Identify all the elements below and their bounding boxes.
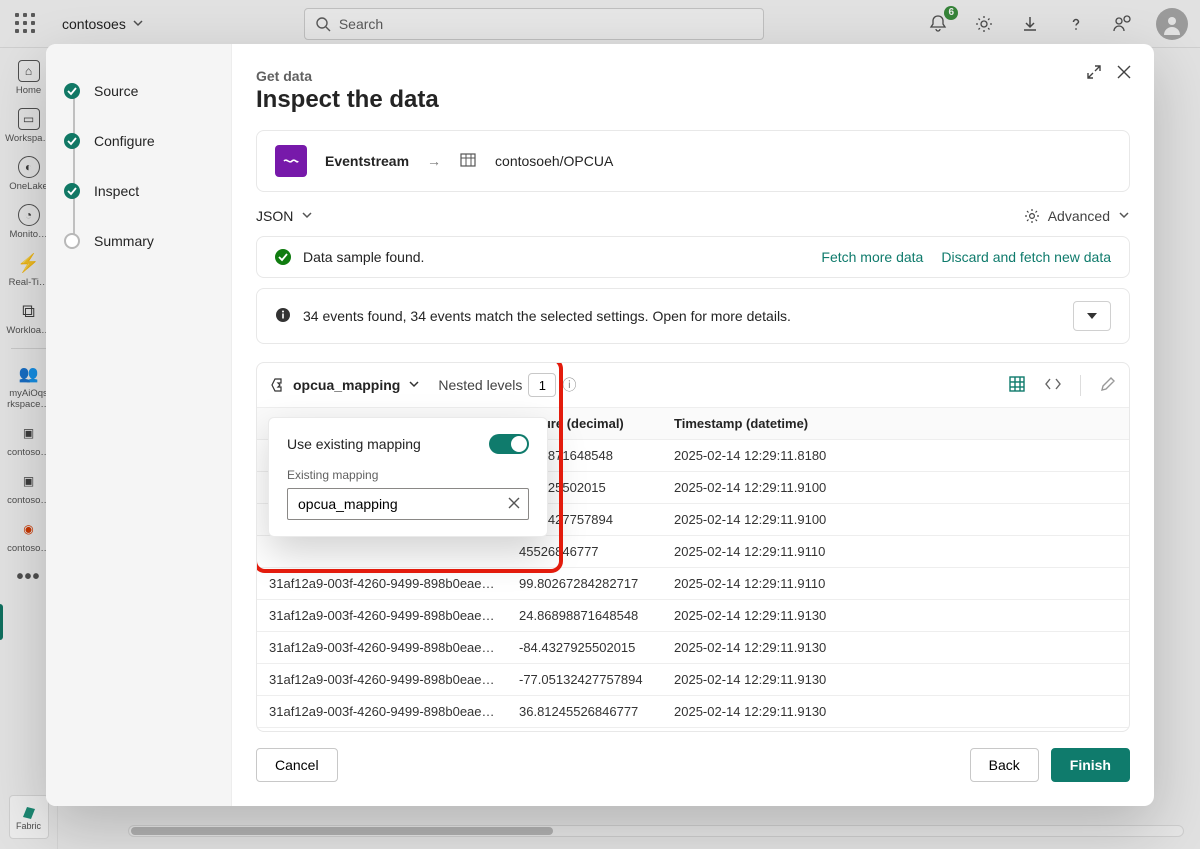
discard-link[interactable]: Discard and fetch new data bbox=[941, 249, 1111, 265]
wizard-steps: Source Configure Inspect Summary bbox=[46, 44, 232, 806]
table-row[interactable]: 31af12a9-003f-4260-9499-898b0eaeef8d24.8… bbox=[257, 600, 1129, 632]
page-title: Inspect the data bbox=[256, 86, 1130, 114]
clear-button[interactable] bbox=[508, 496, 520, 512]
edit-columns-button[interactable] bbox=[1099, 375, 1117, 396]
code-view-button[interactable] bbox=[1044, 375, 1062, 396]
target-path: contosoeh/OPCUA bbox=[495, 153, 613, 169]
mapping-icon bbox=[269, 377, 285, 393]
existing-mapping-label: Existing mapping bbox=[287, 468, 529, 482]
existing-mapping-combobox[interactable] bbox=[287, 488, 529, 520]
close-button[interactable] bbox=[1116, 64, 1132, 83]
use-existing-toggle[interactable] bbox=[489, 434, 529, 454]
close-icon bbox=[1116, 64, 1132, 80]
step-configure[interactable]: Configure bbox=[64, 116, 213, 166]
gear-icon bbox=[1024, 208, 1040, 224]
use-existing-label: Use existing mapping bbox=[287, 436, 421, 452]
table-row[interactable]: 31af12a9-003f-4260-9499-898b0eaeef8d99.8… bbox=[257, 728, 1129, 731]
step-source[interactable]: Source bbox=[64, 66, 213, 116]
expand-icon bbox=[1086, 64, 1102, 80]
format-dropdown[interactable]: JSON bbox=[256, 208, 313, 224]
chevron-down-icon bbox=[301, 208, 313, 224]
cancel-button[interactable]: Cancel bbox=[256, 748, 338, 782]
step-inspect[interactable]: Inspect bbox=[64, 166, 213, 216]
step-summary[interactable]: Summary bbox=[64, 216, 213, 266]
close-icon bbox=[508, 497, 520, 509]
table-row[interactable]: 31af12a9-003f-4260-9499-898b0eaeef8d-84.… bbox=[257, 632, 1129, 664]
code-icon bbox=[1044, 375, 1062, 393]
chevron-down-icon bbox=[1118, 208, 1130, 224]
data-preview-grid: opcua_mapping Nested levels ⓘ bbox=[256, 362, 1130, 732]
nested-levels-control: Nested levels ⓘ bbox=[438, 373, 576, 397]
grid-toolbar: opcua_mapping Nested levels ⓘ bbox=[257, 363, 1129, 408]
table-row[interactable]: 31af12a9-003f-4260-9499-898b0eaeef8d36.8… bbox=[257, 696, 1129, 728]
sample-status-card: Data sample found. Fetch more data Disca… bbox=[256, 236, 1130, 278]
sample-status-text: Data sample found. bbox=[303, 249, 424, 265]
table-icon bbox=[1008, 375, 1026, 393]
advanced-dropdown[interactable]: Advanced bbox=[1024, 208, 1130, 224]
eventstream-icon bbox=[275, 145, 307, 177]
mapping-popover: Use existing mapping Existing mapping bbox=[268, 417, 548, 537]
fetch-more-link[interactable]: Fetch more data bbox=[821, 249, 923, 265]
get-data-modal: Source Configure Inspect Summary Get dat… bbox=[46, 44, 1154, 806]
table-row[interactable]: 31af12a9-003f-4260-9499-898b0eaeef8d99.8… bbox=[257, 568, 1129, 600]
back-button[interactable]: Back bbox=[970, 748, 1039, 782]
chevron-down-icon bbox=[408, 377, 420, 393]
events-summary-text: 34 events found, 34 events match the sel… bbox=[303, 308, 791, 324]
modal-content: Get data Inspect the data Eventstream → … bbox=[232, 44, 1154, 806]
table-row[interactable]: 455268467772025-02-14 12:29:11.9110 bbox=[257, 536, 1129, 568]
expand-details-button[interactable] bbox=[1073, 301, 1111, 331]
nested-levels-input[interactable] bbox=[528, 373, 556, 397]
expand-button[interactable] bbox=[1086, 64, 1102, 83]
events-summary-card[interactable]: 34 events found, 34 events match the sel… bbox=[256, 288, 1130, 344]
existing-mapping-input[interactable] bbox=[296, 495, 508, 513]
modal-footer: Cancel Back Finish bbox=[256, 732, 1130, 782]
breadcrumb: Get data bbox=[256, 68, 1130, 84]
pencil-icon bbox=[1099, 375, 1117, 393]
finish-button[interactable]: Finish bbox=[1051, 748, 1130, 782]
table-view-button[interactable] bbox=[1008, 375, 1026, 396]
success-icon bbox=[275, 249, 291, 265]
info-icon bbox=[275, 307, 291, 326]
info-icon[interactable]: ⓘ bbox=[562, 375, 576, 395]
target-table-icon bbox=[459, 151, 477, 172]
source-card: Eventstream → contosoeh/OPCUA bbox=[256, 130, 1130, 192]
mapping-dropdown[interactable]: opcua_mapping bbox=[269, 377, 420, 393]
arrow-right-icon: → bbox=[427, 153, 441, 169]
source-type: Eventstream bbox=[325, 153, 409, 169]
chevron-down-icon bbox=[1086, 310, 1098, 322]
table-row[interactable]: 31af12a9-003f-4260-9499-898b0eaeef8d-77.… bbox=[257, 664, 1129, 696]
